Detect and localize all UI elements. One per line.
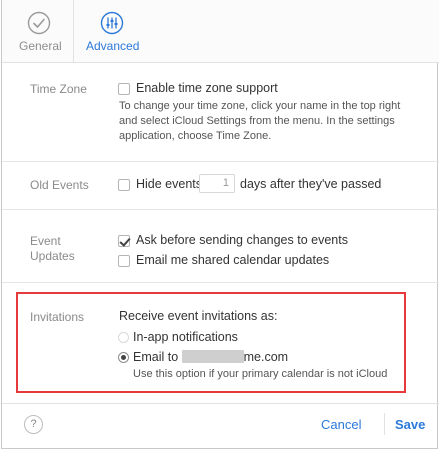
tab-general-label: General [19,39,62,53]
time-zone-hint: To change your time zone, click your nam… [119,100,401,142]
cancel-button[interactable]: Cancel [321,417,361,432]
check-circle-icon [27,11,51,35]
preferences-toolbar: General Advanced [2,0,439,63]
email-shared-updates-label: Email me shared calendar updates [136,253,330,267]
tab-general[interactable]: General [2,0,74,63]
time-zone-checkbox[interactable] [118,83,130,95]
old-events-label: Old Events [30,178,89,192]
event-updates-label-line1: Event [30,234,61,248]
sliders-icon [100,11,124,35]
tab-advanced[interactable]: Advanced [75,0,153,63]
help-button[interactable]: ? [24,415,43,434]
hide-events-checkbox[interactable] [118,179,130,191]
dialog-footer: ? Cancel Save [2,403,439,449]
tab-advanced-label: Advanced [86,39,140,53]
button-divider [384,413,385,435]
email-shared-updates-checkbox[interactable] [118,255,130,267]
hide-events-label: Hide events [136,177,203,191]
event-updates-section: Event Updates Ask before sending changes… [2,210,439,282]
hide-events-days-input[interactable]: 1 [199,174,235,193]
time-zone-checkbox-label: Enable time zone support [136,81,278,95]
save-button[interactable]: Save [395,417,425,432]
time-zone-label: Time Zone [30,82,87,96]
calendar-preferences-dialog: General Advanced Time Zone Enable time z… [1,0,439,449]
ask-before-sending-label: Ask before sending changes to events [136,233,348,247]
time-zone-section: Time Zone Enable time zone support To ch… [2,63,439,161]
event-updates-label-line2: Updates [30,249,75,263]
highlight-box [16,292,406,393]
old-events-section: Old Events Hide events 1 days after they… [2,162,439,209]
ask-before-sending-checkbox[interactable] [118,235,130,247]
hide-events-suffix: days after they've passed [240,177,382,191]
